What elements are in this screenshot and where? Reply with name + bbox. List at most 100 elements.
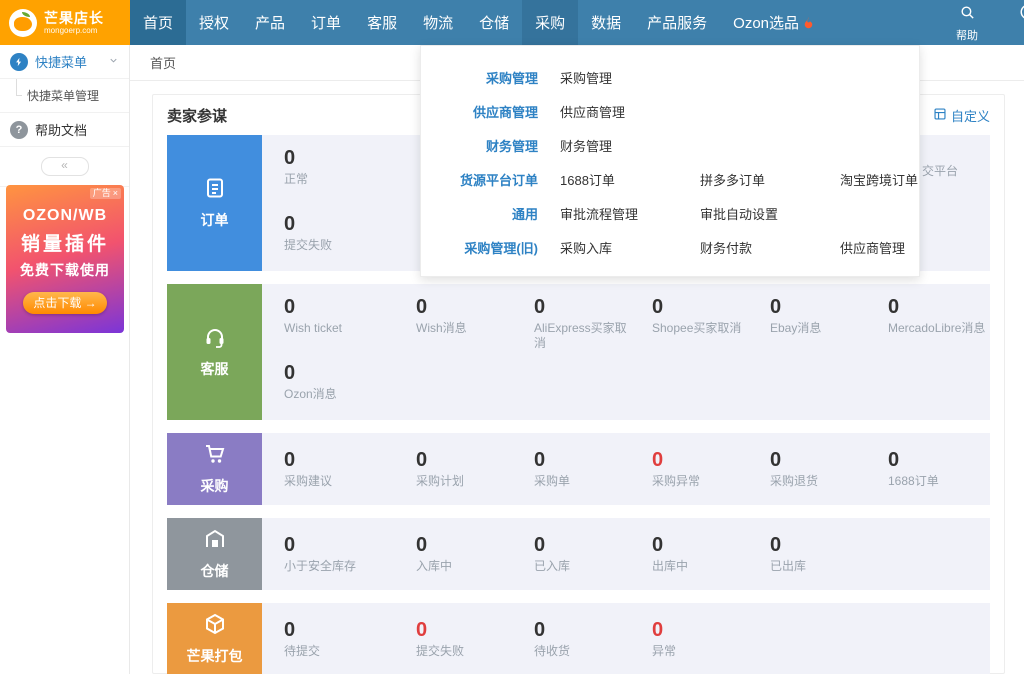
dropdown-category-label: 采购管理 [421,68,538,87]
nav-item-label: 客服 [367,12,397,33]
nav-help-button[interactable]: 帮助 [946,3,988,43]
stat-value: 0 [534,296,652,318]
stat-label: Shopee买家取消 [652,321,756,336]
stat-col: 0出库中 [652,534,770,574]
dropdown-item[interactable]: 审批自动设置 [700,204,840,223]
dropdown-category-label: 通用 [421,204,538,223]
quick-menu-manage-label: 快捷菜单管理 [27,87,99,104]
avatar-icon [1019,3,1024,26]
stat: 0提交失败 [284,213,416,253]
question-icon: ? [10,121,28,139]
stat-label: 待收货 [534,644,638,659]
nav-item-warehouse[interactable]: 仓储 [466,0,522,45]
stat: 0采购计划 [416,449,534,489]
section-card-warehouse[interactable]: 仓储 [167,518,262,590]
stat: 0 采购异常 [652,449,770,489]
ad-close-icon[interactable]: × [113,188,118,199]
ad-banner[interactable]: 广告× OZON/WB 销量插件 免费下载使用 点击下载 → [6,185,124,333]
stat-label: 小于安全库存 [284,559,388,574]
stat: 0异常 [652,619,770,659]
dropdown-item[interactable]: 财务管理 [560,136,700,155]
stat-col: 0采购退货 [770,449,888,489]
stat-col: 0提交失败 [416,619,534,659]
purchase-dropdown-menu: 采购管理采购管理供应商管理供应商管理财务管理财务管理货源平台订单1688订单拼多… [420,45,920,277]
dropdown-category-label: 货源平台订单 [421,170,538,189]
stat-col: 0Wish消息 [416,296,534,336]
dropdown-item[interactable]: 供应商管理 [840,238,980,257]
stat-label: 出库中 [652,559,756,574]
stat-col: 0MercadoLibre消息 [888,296,1006,336]
section-card-package[interactable]: 芒果打包 [167,603,262,674]
section-card-purchase[interactable]: 采购 [167,433,262,505]
stat-col: 0 采购建议 [284,449,416,489]
app-logo[interactable]: 芒果店长 mongoerp.com [0,0,130,45]
section-card-label: 仓储 [201,561,229,581]
nav-item-data[interactable]: 数据 [578,0,634,45]
stat-col: 0 AliExpress买家取消 [534,296,652,351]
customize-icon [933,107,947,124]
nav-item-label: 授权 [199,12,229,33]
stat: 0Ebay消息 [770,296,888,336]
nav-item-home[interactable]: 首页 [130,0,186,45]
stat: 0MercadoLibre消息 [888,296,1006,336]
dropdown-item[interactable]: 1688订单 [560,170,700,189]
stat-label: 采购异常 [652,474,756,489]
nav-item-logistics[interactable]: 物流 [410,0,466,45]
stat: 0入库中 [416,534,534,574]
stat-label: AliExpress买家取消 [534,321,638,351]
nav-item-label: 仓储 [479,12,509,33]
main-menu: 首页授权 产品 订单 客服物流仓储 采购数据产品服务Ozon选品 [130,0,828,45]
nav-item-purchase[interactable]: 采购 [522,0,578,45]
stat-value: 0 [284,449,416,471]
dropdown-item[interactable]: 审批流程管理 [560,204,700,223]
stat-label: 采购建议 [284,474,388,489]
nav-item-ozon[interactable]: Ozon选品 [720,0,828,45]
sidebar-item-quick-menu-manage[interactable]: 快捷菜单管理 [0,79,129,113]
nav-item-service[interactable]: 客服 [354,0,410,45]
sidebar-item-quick-menu[interactable]: 快捷菜单 [0,45,129,79]
dropdown-row-0: 采购管理 采购管理 [421,60,919,94]
nav-item-auth[interactable]: 授权 [186,0,242,45]
stat-columns: 0小于安全库存0入库中0已入库0出库中0已出库 [262,518,990,590]
stat: 0提交失败 [416,619,534,659]
stat-label: 正常 [284,172,388,187]
nav-item-product-service[interactable]: 产品服务 [634,0,720,45]
dropdown-item[interactable]: 采购入库 [560,238,700,257]
stat-value: 0 [284,534,416,556]
stat-value: 0 [534,619,652,641]
section-card-order[interactable]: 订单 [167,135,262,271]
stat: 0 小于安全库存 [284,534,416,574]
section-card-service[interactable]: 客服 [167,284,262,420]
chevron-down-icon [108,54,119,69]
sidebar-item-help-docs[interactable]: ? 帮助文档 [0,113,129,147]
dropdown-item[interactable]: 财务付款 [700,238,840,257]
nav-item-label: 采购 [535,12,565,33]
customize-button[interactable]: 自定义 [933,106,990,125]
dropdown-item[interactable]: 淘宝跨境订单 [840,170,980,189]
stat-value: 0 [770,534,888,556]
dropdown-row-4: 通用 审批流程管理审批自动设置 [421,196,919,230]
nav-item-product[interactable]: 产品 [242,0,298,45]
stat-col: 0 待收货 [534,619,652,659]
ad-line3: 免费下载使用 [6,260,124,280]
sidebar-collapse-button[interactable]: « [41,157,89,176]
stat-col: 0已入库 [534,534,652,574]
dropdown-item[interactable]: 采购管理 [560,68,700,87]
dropdown-item[interactable]: 供应商管理 [560,102,700,121]
stat-value: 0 [888,449,1006,471]
ad-tag-label: 广告 [93,188,111,199]
stat-value: 0 [652,449,770,471]
nav-item-label: 产品 [255,12,285,33]
dropdown-item[interactable]: 拼多多订单 [700,170,840,189]
stat-value: 0 [284,619,416,641]
section-card-label: 采购 [201,476,229,496]
ad-download-button[interactable]: 点击下载 → [23,292,107,314]
nav-item-order[interactable]: 订单 [298,0,354,45]
dropdown-row-2: 财务管理财务管理 [421,128,919,162]
stat-value: 0 [416,296,534,318]
breadcrumb-home[interactable]: 首页 [150,53,176,72]
warehouse-icon [203,527,227,554]
stat-col: 0异常 [652,619,770,659]
nav-item-label: 订单 [311,12,341,33]
clipped-nav-item[interactable] [1008,3,1024,43]
